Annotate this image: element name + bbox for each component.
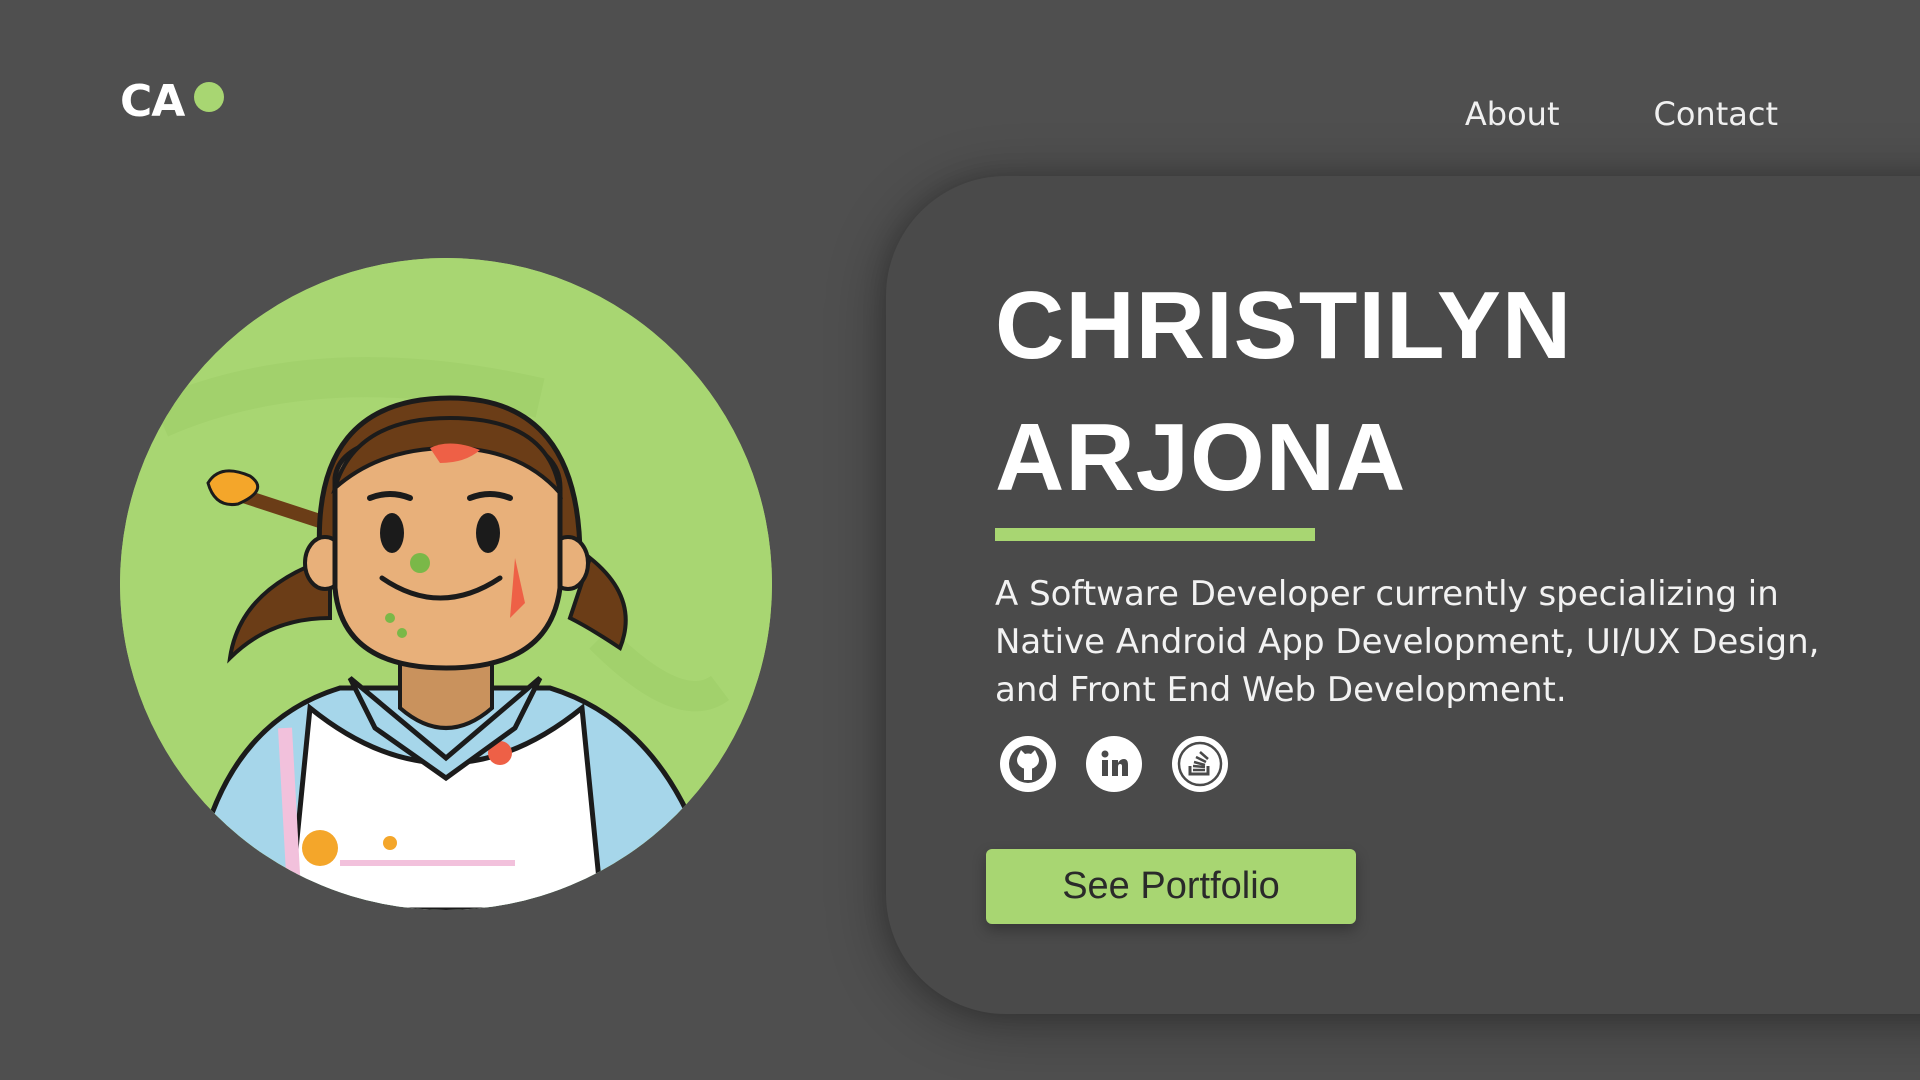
name-first: CHRISTILYN bbox=[995, 272, 1573, 379]
github-link[interactable] bbox=[1000, 736, 1056, 792]
social-links bbox=[1000, 736, 1228, 792]
nav-contact-link[interactable]: Contact bbox=[1654, 95, 1779, 133]
logo[interactable]: CA bbox=[120, 76, 225, 127]
name-underline bbox=[995, 528, 1315, 541]
see-portfolio-button[interactable]: See Portfolio bbox=[986, 849, 1356, 924]
stackoverflow-link[interactable] bbox=[1172, 736, 1228, 792]
hero-description: A Software Developer currently specializ… bbox=[995, 574, 1820, 710]
linkedin-icon bbox=[1088, 738, 1140, 790]
hero-name: CHRISTILYN ARJONA bbox=[995, 260, 1572, 524]
stackoverflow-icon bbox=[1174, 738, 1226, 790]
name-last: ARJONA bbox=[995, 404, 1407, 511]
page: CA About Contact CHRISTILYN ARJONA A Sof… bbox=[0, 0, 1920, 1080]
github-icon bbox=[1002, 738, 1054, 790]
intro-card: CHRISTILYN ARJONA A Software Developer c… bbox=[886, 176, 1920, 1014]
main-nav: About Contact bbox=[1465, 95, 1778, 133]
logo-text: CA bbox=[120, 76, 185, 127]
logo-dot bbox=[194, 81, 225, 112]
avatar-illustration bbox=[120, 258, 772, 910]
nav-about-link[interactable]: About bbox=[1465, 95, 1560, 133]
linkedin-link[interactable] bbox=[1086, 736, 1142, 792]
